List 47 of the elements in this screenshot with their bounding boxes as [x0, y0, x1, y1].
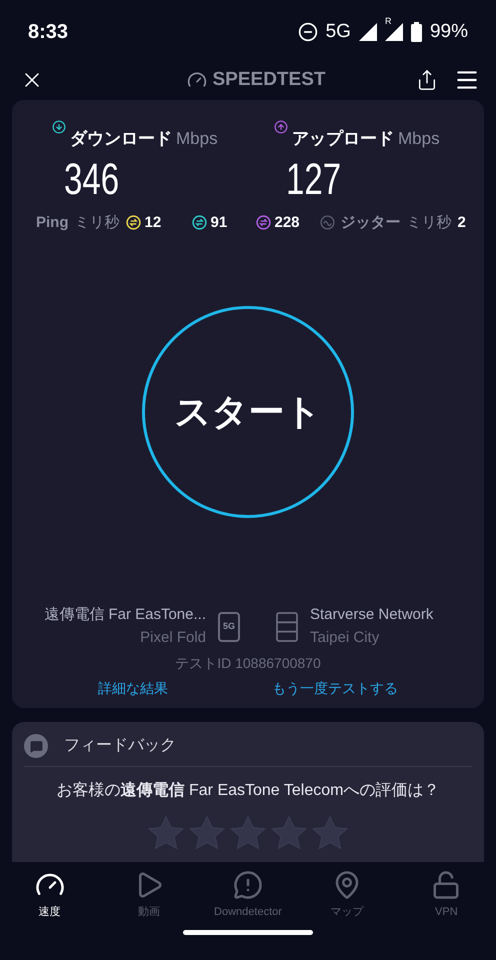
app-title: SPEEDTEST — [212, 68, 326, 92]
roaming-indicator: R — [384, 15, 392, 28]
ping-label: Ping — [36, 212, 68, 232]
server-icon — [276, 612, 298, 642]
start-button[interactable]: スタート — [142, 306, 354, 518]
feedback-question: お客様の遠傳電信 Far EasTone Telecomへの評価は？ — [56, 780, 440, 801]
ping-value: 91 — [210, 212, 228, 232]
ping-value: 228 — [274, 212, 300, 232]
battery-level: 99% — [430, 20, 468, 44]
metric-label: アップロード — [292, 128, 394, 150]
feedback-icon — [24, 734, 48, 758]
test-id: テストID 10886700870 — [175, 654, 321, 673]
server-name: Starverse Network — [310, 605, 434, 625]
network-type: 5G — [326, 20, 351, 44]
metric-value: 346 — [63, 154, 120, 206]
do-not-disturb-icon — [298, 22, 318, 42]
server-city: Taipei City — [310, 628, 380, 648]
jitter-unit: ミリ秒 — [406, 212, 452, 232]
nav-tab[interactable]: 速度 — [4, 870, 95, 920]
phone-icon: 5G — [218, 612, 240, 642]
upload-icon — [274, 120, 288, 134]
download-icon — [52, 120, 66, 134]
feedback-title: フィードバック — [64, 736, 176, 756]
metric-value: 127 — [285, 154, 342, 206]
roaming-signal-icon — [384, 23, 403, 41]
jitter-label: ジッター — [340, 212, 400, 232]
jitter-value: 2 — [458, 212, 466, 232]
device-name: Pixel Fold — [140, 628, 206, 648]
link[interactable]: 詳細な結果 — [98, 678, 168, 699]
jitter-icon — [320, 215, 334, 230]
status-time: 8:33 — [28, 20, 68, 45]
battery-icon — [410, 22, 422, 42]
ping-unit: ミリ秒 — [74, 212, 120, 232]
provider-name: 遠傳電信 Far EasTone... — [44, 605, 206, 625]
metric-label: ダウンロード — [70, 128, 172, 150]
empty-star-icon[interactable] — [270, 815, 308, 851]
signal-icon — [358, 23, 377, 41]
empty-star-icon[interactable] — [229, 815, 267, 851]
ping-value: 12 — [144, 212, 162, 232]
empty-star-icon[interactable] — [188, 815, 226, 851]
metric-unit: Mbps — [398, 128, 440, 150]
empty-star-icon[interactable] — [311, 815, 349, 851]
unlocked-padlock-icon — [431, 870, 462, 900]
link[interactable]: もう一度テストする — [272, 678, 398, 699]
metric-unit: Mbps — [176, 128, 218, 150]
empty-star-icon[interactable] — [147, 815, 185, 851]
alert-icon — [232, 870, 263, 900]
